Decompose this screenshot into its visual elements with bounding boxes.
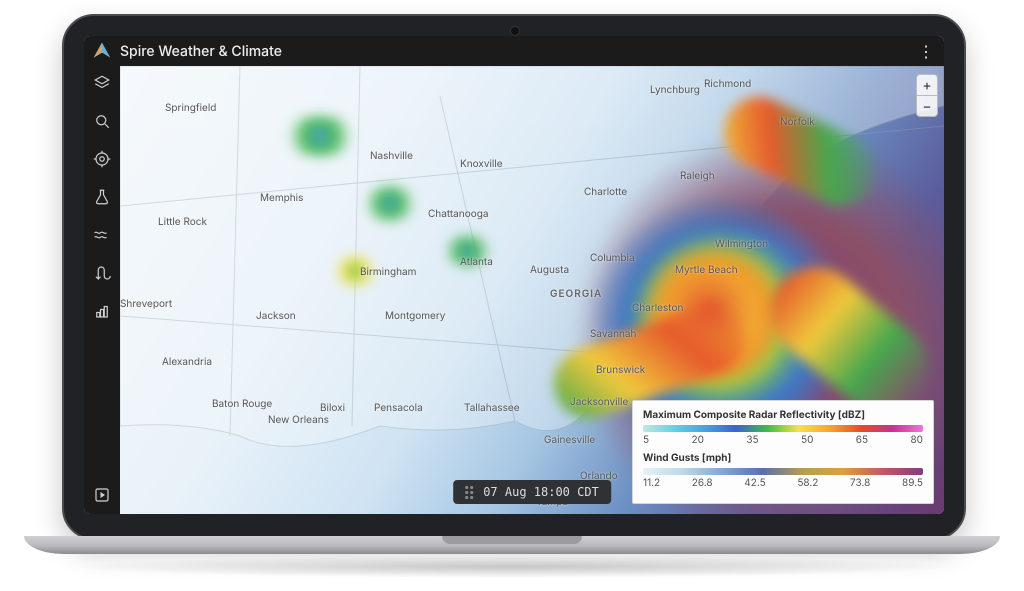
legend-tick: 11.2: [643, 477, 660, 489]
waves-icon[interactable]: [91, 224, 113, 246]
locate-icon[interactable]: [91, 148, 113, 170]
legend-tick: 42.5: [744, 477, 765, 489]
zoom-out-button[interactable]: −: [917, 95, 937, 116]
search-icon[interactable]: [91, 110, 113, 132]
weather-map[interactable]: SpringfieldNashvilleKnoxvilleLynchburgRi…: [120, 66, 944, 514]
app-screen: Spire Weather & Climate ⋮: [84, 36, 944, 514]
laptop-frame: Spire Weather & Climate ⋮: [62, 14, 966, 540]
app-title: Spire Weather & Climate: [120, 43, 916, 60]
legend-tick: 26.8: [692, 477, 713, 489]
app-topbar: Spire Weather & Climate ⋮: [84, 36, 944, 66]
legend-reflect-ticks: 5 20 35 50 65 80: [643, 434, 923, 446]
legend-reflect-title: Maximum Composite Radar Reflectivity [dB…: [643, 409, 923, 421]
layers-icon[interactable]: [91, 72, 113, 94]
tool-sidebar: [84, 66, 120, 514]
laptop-base: [24, 536, 1000, 554]
legend-tick: 65: [856, 434, 868, 446]
time-label: 07 Aug 18:00 CDT: [483, 485, 599, 499]
routes-icon[interactable]: [91, 262, 113, 284]
zoom-in-button[interactable]: +: [917, 75, 937, 95]
play-icon[interactable]: [91, 484, 113, 506]
legend-tick: 5: [643, 434, 649, 446]
legend-tick: 73.8: [850, 477, 870, 489]
legend-reflect-ramp: [643, 425, 923, 432]
laptop-shadow: [70, 556, 954, 578]
legend-tick: 58.2: [797, 477, 818, 489]
zoom-control: + −: [916, 74, 938, 117]
labs-icon[interactable]: [91, 186, 113, 208]
legend-tick: 35: [746, 434, 758, 446]
legend-gusts-title: Wind Gusts [mph]: [643, 452, 923, 464]
legend-tick: 80: [910, 434, 923, 446]
legend-gusts-ramp: [643, 468, 923, 475]
legend-tick: 20: [692, 434, 704, 446]
legend-gusts-ticks: 11.2 26.8 42.5 58.2 73.8 89.5: [643, 477, 923, 489]
time-chip[interactable]: 07 Aug 18:00 CDT: [453, 480, 611, 504]
drag-handle-icon: [465, 486, 475, 499]
hurricane-icon[interactable]: [91, 300, 113, 322]
camera-dot: [510, 26, 520, 36]
legend-tick: 50: [801, 434, 813, 446]
overflow-menu-button[interactable]: ⋮: [916, 43, 936, 59]
legend-tick: 89.5: [902, 477, 923, 489]
spire-logo-icon: [92, 41, 112, 61]
legend-panel: Maximum Composite Radar Reflectivity [dB…: [632, 400, 934, 504]
